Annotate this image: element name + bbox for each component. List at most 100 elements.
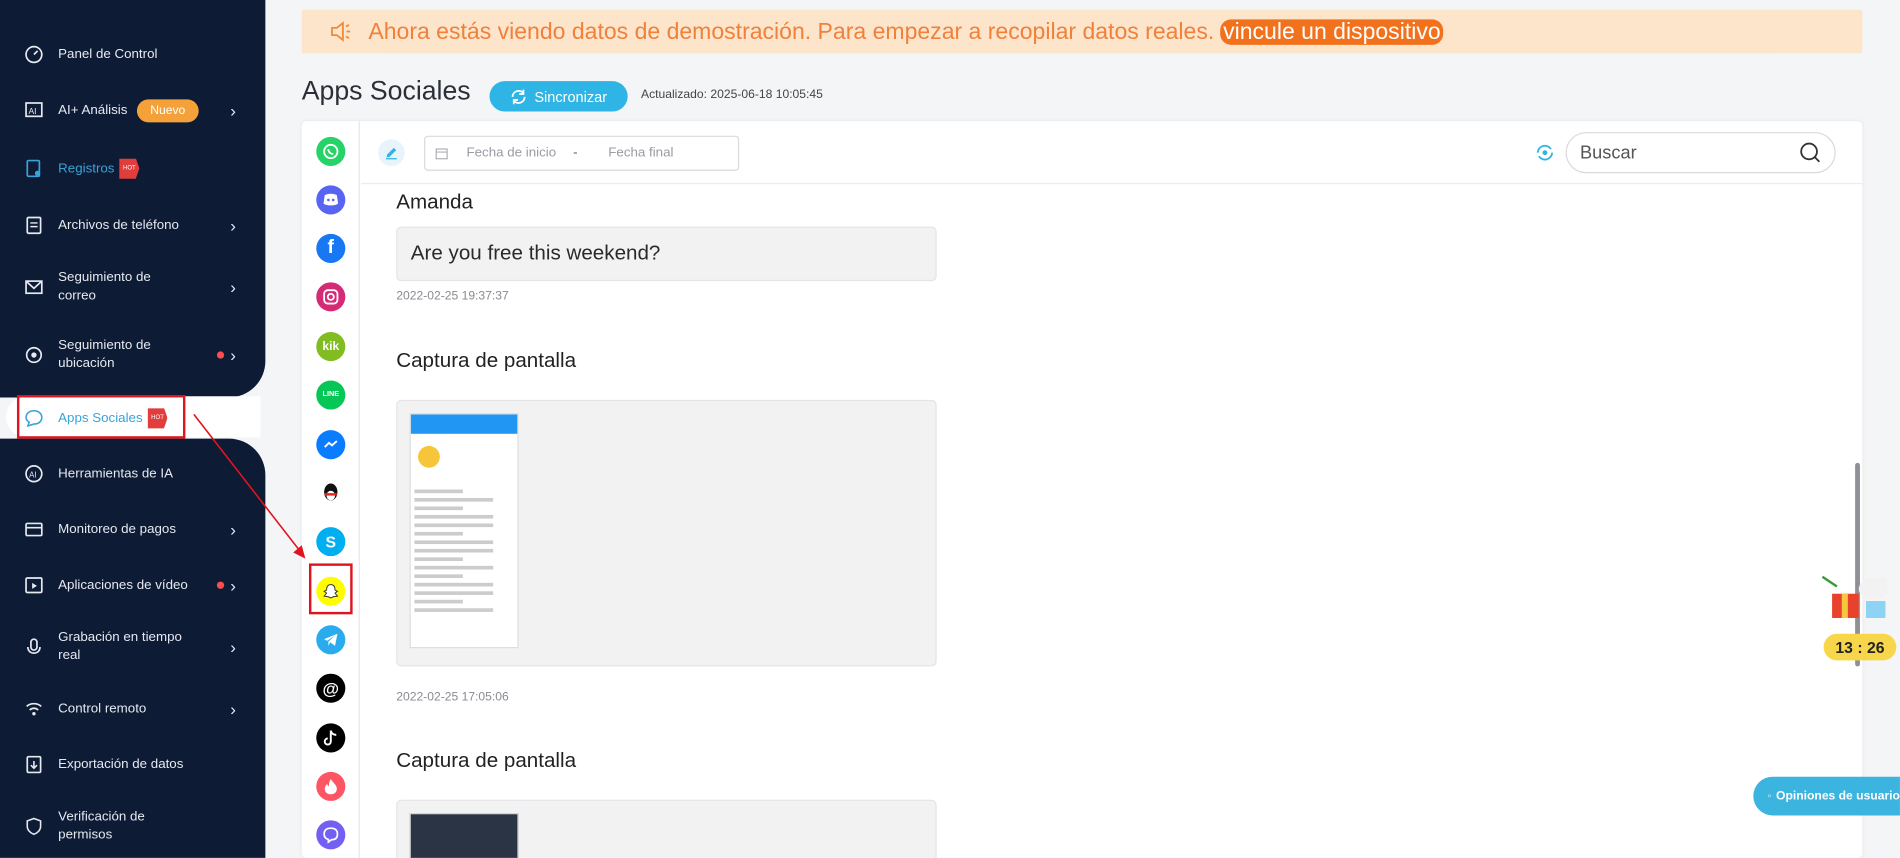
- message-timestamp: 2022-02-25 19:37:37: [396, 289, 509, 303]
- page-title: Apps Sociales: [301, 75, 471, 106]
- discord-icon[interactable]: [316, 185, 346, 215]
- chevron-right-icon: ›: [230, 519, 236, 539]
- date-separator: -: [573, 145, 578, 160]
- tinder-icon[interactable]: [316, 771, 346, 801]
- tiktok-icon[interactable]: [316, 723, 346, 753]
- main-panel: f kik LINE S @ Fecha de inicio - Fecha f…: [301, 121, 1863, 858]
- sidebar-item-permission-check[interactable]: Verificación de permisos: [0, 808, 265, 844]
- promo-gift-icon[interactable]: [1820, 565, 1895, 633]
- sidebar-item-remote-control[interactable]: Control remoto ›: [0, 698, 265, 720]
- sidebar-item-location-tracking[interactable]: Seguimiento de ubicación ›: [0, 337, 265, 373]
- sidebar-item-ai-tools[interactable]: AI Herramientas de IA: [0, 463, 265, 485]
- sidebar-item-video-apps[interactable]: Aplicaciones de vídeo ›: [0, 574, 265, 596]
- updated-timestamp: Actualizado: 2025-06-18 10:05:45: [640, 88, 823, 102]
- feedback-button[interactable]: Opiniones de usuario: [1753, 776, 1900, 816]
- skype-icon[interactable]: S: [316, 527, 346, 557]
- facebook-icon[interactable]: f: [316, 233, 346, 263]
- feedback-label: Opiniones de usuario: [1776, 789, 1900, 803]
- sidebar-item-label: Verificación de permisos: [58, 809, 145, 843]
- shield-icon: [23, 815, 45, 837]
- sidebar-item-label: Seguimiento de correo: [58, 270, 151, 303]
- date-start-field[interactable]: Fecha de inicio: [467, 145, 557, 160]
- sidebar-item-live-recording[interactable]: Grabación en tiempo real ›: [0, 629, 265, 665]
- ai-icon: AI: [23, 99, 45, 121]
- sidebar-item-label: Monitoreo de pagos: [58, 521, 176, 537]
- sidebar-item-label: Control remoto: [58, 700, 147, 716]
- sync-label: Sincronizar: [534, 87, 608, 105]
- sidebar-item-phone-files[interactable]: Archivos de teléfono ›: [0, 214, 265, 236]
- kik-icon[interactable]: kik: [316, 332, 346, 362]
- mail-icon: [23, 276, 45, 298]
- sidebar-item-label: Herramientas de IA: [58, 465, 173, 481]
- qq-icon[interactable]: [316, 478, 346, 508]
- threads-icon[interactable]: @: [316, 673, 346, 703]
- highlight-box-snapchat: [308, 563, 353, 615]
- chevron-right-icon: ›: [230, 276, 236, 297]
- sidebar-item-label: Exportación de datos: [58, 756, 184, 772]
- refresh-icon[interactable]: [1534, 142, 1556, 170]
- sidebar-item-label: Grabación en tiempo real: [58, 630, 182, 663]
- chevron-right-icon: ›: [230, 698, 236, 718]
- sidebar-item-dashboard[interactable]: Panel de Control: [0, 44, 265, 66]
- app-list: f kik LINE S @: [302, 121, 360, 858]
- dashboard-icon: [23, 44, 45, 66]
- sidebar-item-label: Panel de Control: [58, 46, 158, 62]
- remote-icon: [23, 698, 45, 720]
- line-icon[interactable]: LINE: [316, 380, 346, 410]
- search-icon[interactable]: [1798, 141, 1822, 171]
- search-input[interactable]: [1580, 139, 1787, 167]
- viber-icon[interactable]: [316, 820, 346, 850]
- ai-tools-icon: AI: [23, 463, 45, 485]
- new-badge: Nuevo: [136, 98, 199, 122]
- toolbar: Fecha de inicio - Fecha final: [361, 121, 1863, 185]
- screenshot-bubble: [396, 399, 937, 667]
- files-icon: [23, 214, 45, 236]
- export-icon: [23, 754, 45, 776]
- sidebar-item-records[interactable]: Registros HOT: [0, 158, 265, 180]
- whatsapp-icon[interactable]: [316, 136, 346, 167]
- records-icon: [23, 158, 45, 180]
- svg-text:AI: AI: [28, 106, 36, 116]
- sync-icon: [511, 89, 526, 104]
- sidebar-item-payment-monitoring[interactable]: Monitoreo de pagos ›: [0, 519, 265, 541]
- sidebar-item-label: Seguimiento de ubicación: [58, 338, 151, 371]
- chevron-right-icon: ›: [230, 344, 236, 365]
- message-sender: Captura de pantalla: [396, 348, 577, 372]
- svg-text:AI: AI: [29, 470, 36, 479]
- demo-banner: Ahora estás viendo datos de demostración…: [301, 9, 1863, 54]
- date-range-picker[interactable]: Fecha de inicio - Fecha final: [424, 135, 740, 171]
- screenshot-thumbnail[interactable]: [409, 413, 519, 649]
- messenger-icon[interactable]: [316, 430, 346, 460]
- message-bubble: Are you free this weekend?: [396, 226, 937, 282]
- telegram-icon[interactable]: [316, 625, 346, 655]
- banner-text: Ahora estás viendo datos de demostración…: [368, 19, 1444, 46]
- video-icon: [23, 574, 45, 596]
- highlight-box-social-apps: [16, 395, 186, 439]
- sidebar-item-data-export[interactable]: Exportación de datos: [0, 754, 265, 776]
- message-timestamp: 2022-02-25 17:05:06: [396, 690, 509, 704]
- date-end-field[interactable]: Fecha final: [608, 145, 673, 160]
- calendar-icon: [435, 148, 448, 160]
- speaker-icon: [328, 21, 352, 49]
- edit-button[interactable]: [378, 139, 405, 167]
- card-icon: [23, 519, 45, 541]
- chevron-right-icon: ›: [230, 215, 236, 235]
- link-device-link[interactable]: vincule un dispositivo: [1220, 19, 1444, 45]
- location-icon: [23, 344, 45, 366]
- sidebar-item-label: Registros HOT: [58, 158, 203, 179]
- countdown-timer[interactable]: 13 : 26: [1823, 633, 1897, 661]
- sidebar: Panel de Control AI AI+ Análisis Nuevo ›…: [0, 0, 266, 858]
- pencil-icon: [385, 147, 397, 160]
- notification-dot: [216, 351, 225, 359]
- message-feed: Amanda Are you free this weekend? 2022-0…: [361, 185, 1862, 858]
- notification-dot: [216, 581, 225, 589]
- sidebar-item-mail-tracking[interactable]: Seguimiento de correo ›: [0, 269, 265, 305]
- sidebar-item-label: Aplicaciones de vídeo: [58, 577, 188, 592]
- screenshot-bubble: [396, 799, 937, 858]
- sidebar-item-ai-analysis[interactable]: AI AI+ Análisis Nuevo ›: [0, 98, 265, 122]
- mic-icon: [23, 636, 45, 658]
- sidebar-item-label: Archivos de teléfono: [58, 217, 179, 233]
- sync-button[interactable]: Sincronizar: [489, 81, 628, 112]
- instagram-icon[interactable]: [316, 282, 346, 312]
- screenshot-thumbnail[interactable]: [409, 813, 519, 858]
